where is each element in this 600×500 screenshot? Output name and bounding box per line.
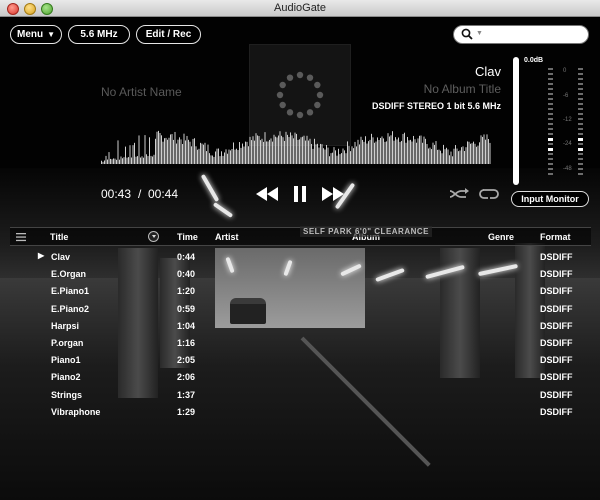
edit-rec-button[interactable]: Edit / Rec [136,25,201,44]
window-title: AudioGate [274,2,326,14]
level-meter-right [578,68,583,178]
sort-order-icon[interactable] [148,231,159,242]
meter-tick: 0 [563,68,567,74]
table-row[interactable]: E.Piano1 1:20 DSDIFF [10,283,591,300]
input-monitor-button[interactable]: Input Monitor [511,191,589,207]
column-header-time[interactable]: Time [177,232,198,242]
waveform-display[interactable] [101,128,491,168]
meter-tick: -12 [563,117,572,123]
track-format-cell: DSDIFF [540,286,573,297]
track-title: Clav [474,64,501,79]
frequency-button[interactable]: 5.6 MHz [68,25,130,44]
table-row[interactable]: Harpsi 1:04 DSDIFF [10,318,591,335]
menu-button-label: Menu [16,29,44,40]
level-meter-left [548,68,553,178]
fast-forward-button[interactable] [320,185,344,203]
table-row[interactable]: Piano2 2:06 DSDIFF [10,369,591,386]
track-format-cell: DSDIFF [540,320,573,331]
track-time-cell: 1:04 [177,320,196,331]
track-format-cell: DSDIFF [540,252,573,262]
format-info: DSDIFF STEREO 1 bit 5.6 MHz [371,101,501,111]
track-time-cell: 1:20 [177,286,196,297]
background-sign-text: SELF PARK 6'0" CLEARANCE [300,226,433,237]
track-title-cell: Piano2 [51,372,81,383]
volume-slider[interactable] [513,57,519,185]
track-format-cell: DSDIFF [540,372,573,383]
table-row[interactable]: E.Piano2 0:59 DSDIFF [10,301,591,318]
shuffle-icon[interactable] [448,187,470,201]
album-title: No Album Title [423,82,501,96]
track-format-cell: DSDIFF [540,337,573,348]
track-format-cell: DSDIFF [540,269,573,280]
column-header-format[interactable]: Format [540,232,571,242]
track-list: ▶ Clav 0:44 DSDIFF E.Organ 0:40 DSDIFF E.Piano1… [10,249,591,421]
table-row[interactable]: Vibraphone 1:29 DSDIFF [10,404,591,421]
track-title-cell: E.Organ [51,269,87,280]
list-view-icon[interactable] [15,231,27,243]
track-time-cell: 2:06 [177,372,196,383]
current-time: 00:43 [101,187,132,201]
column-header-artist[interactable]: Artist [215,232,239,242]
track-format-cell: DSDIFF [540,355,573,366]
column-header-title[interactable]: Title [50,232,68,242]
table-row[interactable]: P.organ 1:16 DSDIFF [10,335,591,352]
pause-icon [294,186,306,202]
track-title-cell: Clav [51,252,71,262]
peak-level-label: 0.0dB [524,57,544,64]
table-row[interactable]: E.Organ 0:40 DSDIFF [10,266,591,283]
chevron-down-icon: ▼ [47,30,56,39]
column-header-genre[interactable]: Genre [488,232,514,242]
track-title-cell: E.Piano1 [51,286,90,297]
track-format-cell: DSDIFF [540,406,573,417]
window-titlebar: AudioGate [0,0,600,17]
table-row[interactable]: Piano1 2:05 DSDIFF [10,352,591,369]
rewind-icon [256,187,278,201]
track-title-cell: Harpsi [51,320,80,331]
artist-name: No Artist Name [101,85,182,99]
meter-tick: -6 [563,93,569,99]
track-time-cell: 1:16 [177,337,196,348]
table-row[interactable]: Strings 1:37 DSDIFF [10,387,591,404]
track-format-cell: DSDIFF [540,389,573,400]
meter-tick: -48 [563,166,572,172]
track-time-cell: 1:29 [177,406,196,417]
now-playing-icon: ▶ [38,251,45,260]
menu-button[interactable]: Menu ▼ [10,25,62,44]
track-format-cell: DSDIFF [540,303,573,314]
track-time-cell: 0:59 [177,303,196,314]
track-time-cell: 0:44 [177,252,196,262]
pause-button[interactable] [290,185,310,203]
time-separator: / [138,187,142,201]
track-title-cell: P.organ [51,337,84,348]
track-time-cell: 1:37 [177,389,196,400]
track-title-cell: E.Piano2 [51,303,90,314]
loading-spinner-icon [276,71,324,119]
track-time-cell: 0:40 [177,269,196,280]
search-options-icon[interactable]: ▼ [476,30,483,37]
track-title-cell: Vibraphone [51,406,101,417]
track-title-cell: Piano1 [51,355,81,366]
track-time-cell: 2:05 [177,355,196,366]
total-time: 00:44 [148,187,179,201]
meter-tick: -24 [563,141,572,147]
repeat-icon[interactable] [478,187,500,201]
search-field[interactable]: ▼ [453,25,589,44]
track-title-cell: Strings [51,389,83,400]
fast-forward-icon [322,187,344,201]
table-row[interactable]: ▶ Clav 0:44 DSDIFF [10,249,591,266]
rewind-button[interactable] [256,185,280,203]
search-icon [461,28,473,43]
